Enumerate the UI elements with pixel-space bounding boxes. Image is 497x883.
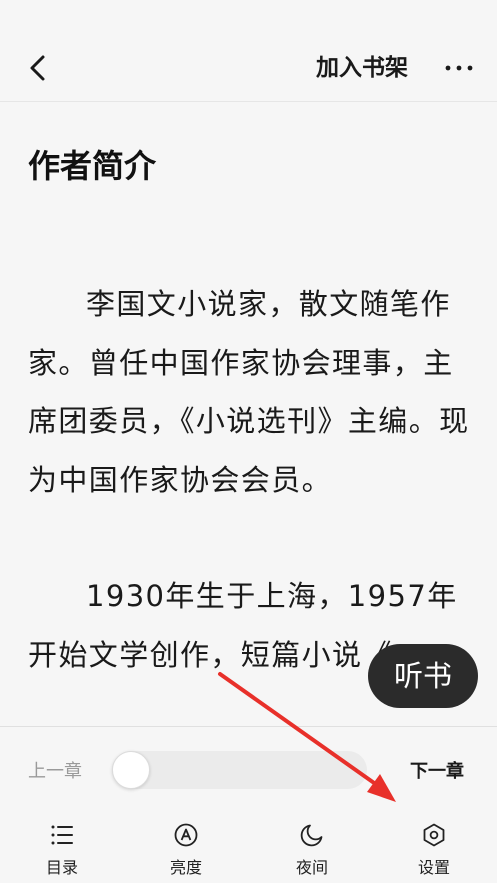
chapter-progress-slider[interactable] (112, 751, 367, 789)
paragraph: 李国文小说家，散文随笔作家。曾任中国作家协会理事，主席团委员，《小说选刊》主编。… (28, 287, 470, 497)
settings-hexagon-icon (423, 823, 445, 847)
nav-settings-label: 设置 (417, 858, 450, 877)
list-icon (51, 825, 73, 845)
chapter-title: 作者简介 (28, 147, 157, 185)
chevron-left-icon (30, 55, 45, 81)
bottom-nav: 目录 亮度 夜间 设置 (0, 819, 497, 879)
add-to-shelf-button[interactable]: 加入书架 (316, 52, 408, 84)
back-button[interactable] (22, 48, 56, 88)
reading-content[interactable]: 作者简介 李国文小说家，散文随笔作家。曾任中国作家协会理事，主席团委员，《小说选… (0, 103, 497, 725)
top-bar: 加入书架 (0, 0, 497, 102)
next-chapter-button[interactable]: 下一章 (410, 757, 464, 783)
nav-night-mode[interactable]: 夜间 (272, 819, 352, 879)
prev-chapter-button[interactable]: 上一章 (28, 757, 82, 783)
nav-catalog-label: 目录 (45, 858, 78, 877)
nav-catalog[interactable]: 目录 (22, 819, 102, 879)
moon-icon (300, 824, 323, 847)
nav-settings[interactable]: 设置 (394, 819, 474, 879)
listen-book-button[interactable]: 听书 (368, 644, 478, 708)
reader-screen: 加入书架 作者简介 李国文小说家，散文随笔作家。曾任中国作家协会理事，主席团委员… (0, 0, 497, 883)
more-dots-icon (445, 65, 473, 71)
more-button[interactable] (440, 52, 478, 84)
progress-slider-thumb[interactable] (112, 751, 150, 789)
reader-control-panel: 上一章 下一章 目录 亮度 夜间 设置 (0, 726, 497, 883)
brightness-auto-icon (174, 823, 198, 847)
nav-brightness-label: 亮度 (169, 858, 202, 877)
nav-night-label: 夜间 (295, 858, 328, 877)
nav-brightness[interactable]: 亮度 (146, 819, 226, 879)
